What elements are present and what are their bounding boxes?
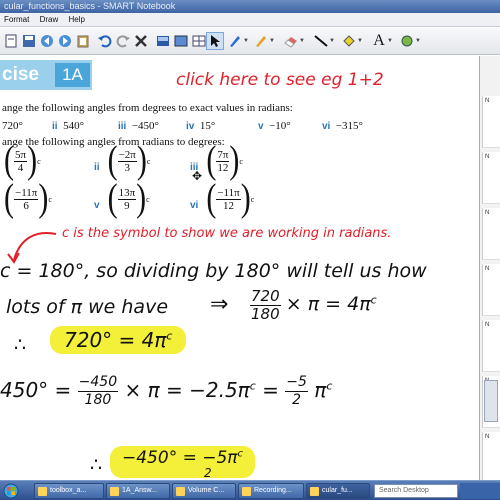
system-tray[interactable] [460,483,500,499]
move-cursor-icon: ✥ [192,169,203,183]
taskbar-item[interactable]: toolbox_a... [34,483,104,499]
text-tool-glyph: A [373,32,385,49]
pen-icon[interactable]: ▼ [226,32,249,50]
page-thumbnail[interactable]: N [482,432,500,484]
next-page-icon[interactable] [56,32,74,50]
creative-pen-icon[interactable]: ▼ [252,32,275,50]
start-button-icon[interactable] [0,482,30,500]
redo-icon[interactable] [114,32,132,50]
full-screen-icon[interactable] [172,32,190,50]
window-title-bar: cular_functions_basics - SMART Notebook [0,0,500,13]
eraser-icon[interactable]: ▼ [282,32,305,50]
q1-item-iii: iii −450° [118,120,159,132]
window-title: cular_functions_basics - SMART Notebook [4,1,176,11]
text-icon[interactable]: A ▼ [370,32,393,50]
sidebar-scrollbar-thumb[interactable] [484,380,498,422]
page-thumbnail[interactable]: N [482,152,500,204]
exercise-number: 1A [55,63,90,87]
select-icon[interactable] [206,32,224,50]
result-720-highlight: 720° = 4πc [50,326,187,354]
exercise-badge: cise 1A [0,60,92,90]
q1-item-ii: ii 540° [52,120,84,132]
working-line-1: c = 180°, so dividing by 180° will tell … [0,260,427,282]
paste-icon[interactable] [74,32,92,50]
implies-arrow: ⇒ [210,292,229,317]
page-thumbnail[interactable]: N [482,208,500,260]
equation-720: 720 180 × π = 4πc [250,287,377,323]
prev-page-icon[interactable] [38,32,56,50]
c-symbol-note: c is the symbol to show we are working i… [62,226,392,241]
q2-item-v: v (13π 9) c [94,176,150,220]
taskbar-item[interactable]: 1A_Answ... [106,483,170,499]
therefore-1: ∴ [14,334,27,356]
q2-item-vi: vi (−11π 12) c [190,176,255,220]
undo-icon[interactable] [96,32,114,50]
save-icon[interactable] [20,32,38,50]
desktop-search-input[interactable]: Search Desktop [374,484,458,498]
fill-icon[interactable]: ▼ [340,32,363,50]
working-line-3: 450° = −450 180 × π = −2.5πc = −5 2 πc [0,374,333,408]
click-here-note[interactable]: click here to see eg 1+2 [176,70,384,90]
taskbar-item[interactable]: Volume C... [172,483,236,499]
toolbar: ▼ ▼ ▼ ▼ ▼ A ▼ ▼ [0,28,500,55]
taskbar-item[interactable]: Recording... [238,483,304,499]
notebook-page[interactable]: cise 1A click here to see eg 1+2 ange th… [0,56,480,480]
result-450-highlight: −450° = −5πc 2 [110,446,256,480]
page-thumbnail[interactable]: N [482,96,500,148]
exercise-word: cise [2,64,39,85]
q2-item-i: (5π 4) c [4,138,41,182]
q1-prompt: ange the following angles from degrees t… [2,102,293,114]
menu-bar: Format Draw Help [0,13,500,27]
menu-help[interactable]: Help [64,13,88,27]
line-icon[interactable]: ▼ [312,32,335,50]
delete-icon[interactable] [132,32,150,50]
screen-shade-icon[interactable] [154,32,172,50]
q1-item-v: v −10° [258,120,291,132]
taskbar: toolbox_a... 1A_Answ... Volume C... Reco… [0,480,500,500]
taskbar-item[interactable]: cular_fu... [306,483,370,499]
page-icon[interactable] [2,32,20,50]
q1-item-i: 720° [2,120,23,132]
q2-item-ii: ii (−2π 3) c [94,138,151,182]
page-thumbnail[interactable]: N [482,264,500,316]
page-thumbnail[interactable]: N [482,320,500,372]
properties-icon[interactable]: ▼ [398,32,421,50]
working-line-2: lots of π we have [6,296,169,318]
q1-item-iv: iv 15° [186,120,216,132]
q2-item-iv: (−11π 6) c [4,176,52,220]
therefore-2: ∴ [90,454,103,476]
menu-format[interactable]: Format [0,13,33,27]
menu-draw[interactable]: Draw [36,13,63,27]
q1-item-vi: vi −315° [322,120,363,132]
